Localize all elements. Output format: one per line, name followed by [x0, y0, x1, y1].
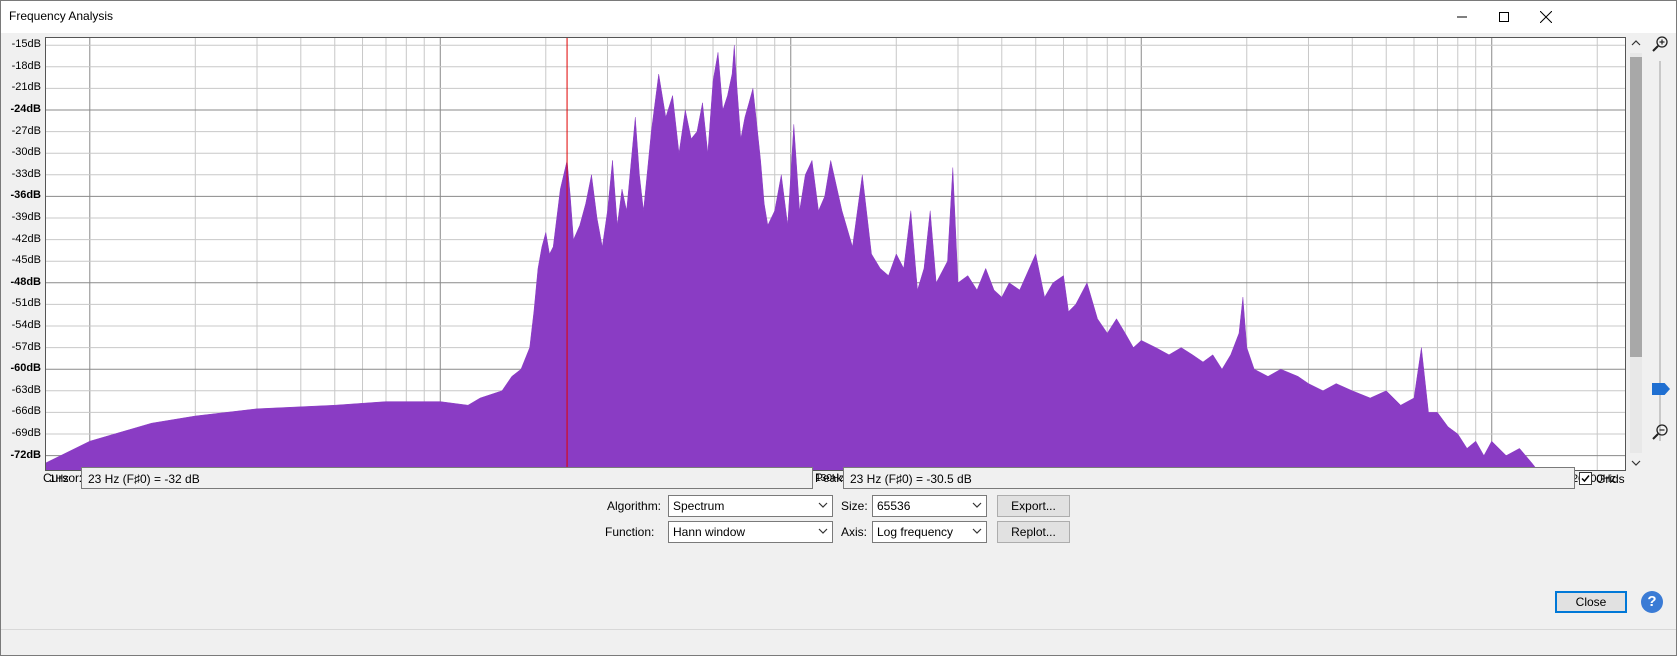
size-label: Size: [841, 499, 868, 513]
vertical-scrollbar[interactable] [1628, 37, 1644, 469]
y-tick-label: -48dB [10, 275, 41, 288]
zoom-panel [1646, 33, 1676, 473]
y-tick-label: -21dB [11, 81, 41, 94]
spectrum-chart [46, 38, 1625, 470]
zoom-in-icon[interactable] [1652, 35, 1670, 53]
y-tick-label: -66dB [11, 405, 41, 418]
y-tick-label: -69dB [11, 427, 41, 439]
function-label: Function: [605, 525, 655, 539]
size-select[interactable]: 65536 [872, 495, 987, 517]
algorithm-value: Spectrum [673, 499, 725, 513]
frequency-analysis-window: Frequency Analysis -15dB -18dB -21dB -24dB -… [0, 0, 1677, 656]
zoom-out-icon[interactable] [1652, 423, 1670, 441]
axis-select[interactable]: Log frequency [872, 521, 987, 543]
maximize-icon [1499, 11, 1509, 22]
function-select[interactable]: Hann window [668, 521, 833, 543]
y-tick-label: -63dB [11, 383, 41, 396]
y-tick-label: -51dB [11, 297, 41, 310]
title-bar: Frequency Analysis [1, 1, 1676, 33]
y-tick-label: -24dB [10, 103, 41, 115]
y-tick-label: -45dB [11, 254, 41, 267]
minimize-icon [1457, 16, 1467, 17]
y-tick-label: -33dB [11, 167, 41, 180]
minimize-button[interactable] [1439, 1, 1485, 32]
peak-label: Peak: [815, 471, 846, 485]
export-button[interactable]: Export... [997, 495, 1070, 517]
y-tick-label: -15dB [11, 38, 41, 51]
peak-value-field: 23 Hz (F♯0) = -30.5 dB [843, 467, 1575, 489]
y-tick-label: -72dB [10, 448, 41, 461]
algorithm-label: Algorithm: [607, 499, 662, 513]
replot-button[interactable]: Replot... [997, 521, 1070, 543]
size-value: 65536 [877, 499, 911, 513]
y-tick-label: -36dB [10, 189, 41, 202]
y-tick-label: -60dB [10, 362, 41, 375]
checkmark-icon [1581, 475, 1590, 483]
y-tick-label: -39dB [11, 211, 41, 223]
grids-label: Grids [1596, 472, 1625, 486]
close-button[interactable]: Close [1555, 591, 1627, 613]
chevron-down-icon [972, 502, 982, 508]
status-bar [1, 629, 1676, 656]
scroll-track[interactable] [1630, 53, 1642, 453]
close-window-button[interactable] [1523, 1, 1569, 32]
scroll-thumb[interactable] [1630, 57, 1642, 357]
cursor-label: Cursor: [43, 471, 83, 485]
chevron-down-icon [818, 502, 828, 508]
scroll-up-icon[interactable] [1631, 39, 1641, 47]
grids-checkbox[interactable] [1579, 472, 1592, 485]
close-icon [1540, 10, 1552, 23]
y-tick-label: -42dB [11, 232, 41, 245]
y-tick-label: -30dB [11, 146, 41, 159]
y-axis-labels: -15dB -18dB -21dB -24dB -27dB -30dB -33dB -36dB… [1, 37, 45, 469]
spectrum-area [46, 45, 1538, 470]
axis-label: Axis: [841, 525, 868, 539]
chevron-down-icon [972, 528, 982, 534]
function-value: Hann window [673, 525, 746, 539]
window-title: Frequency Analysis [9, 9, 114, 23]
zoom-slider-thumb[interactable] [1652, 383, 1670, 395]
y-tick-label: -57dB [11, 340, 41, 353]
axis-value: Log frequency [877, 525, 954, 539]
scroll-down-icon[interactable] [1631, 459, 1641, 467]
algorithm-select[interactable]: Spectrum [668, 495, 833, 517]
cursor-value-field: 23 Hz (F♯0) = -32 dB [81, 467, 813, 489]
y-tick-label: -18dB [11, 59, 41, 72]
y-tick-label: -27dB [11, 124, 41, 137]
help-button[interactable]: ? [1641, 591, 1663, 613]
spectrum-plot[interactable] [45, 37, 1626, 471]
chevron-down-icon [818, 528, 828, 534]
y-tick-label: -54dB [11, 319, 41, 331]
maximize-button[interactable] [1481, 1, 1527, 32]
